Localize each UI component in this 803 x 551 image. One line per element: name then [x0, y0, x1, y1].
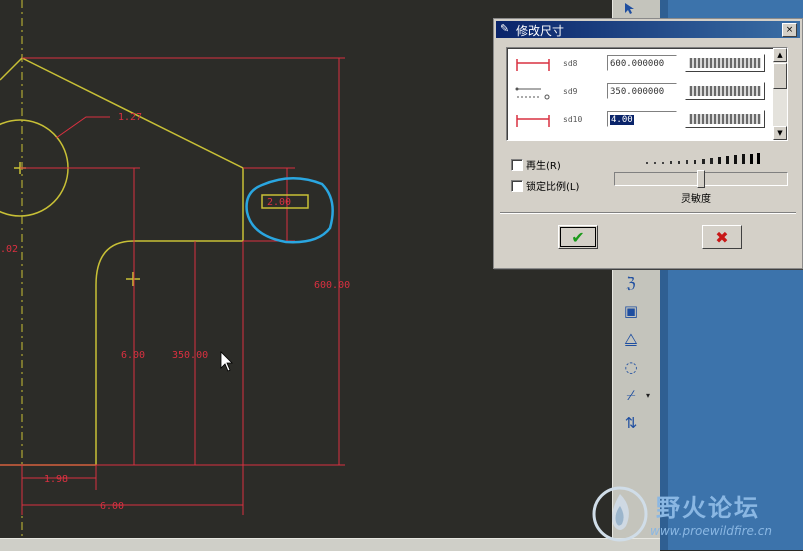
- dimension-value-field[interactable]: 350.000000: [607, 83, 677, 99]
- dim-mid-height: 350.00: [172, 350, 208, 361]
- scroll-thumb[interactable]: [773, 63, 787, 89]
- forum-watermark: 野火论坛 www.proewildfire.cn: [590, 484, 800, 548]
- dim-bottom-width: 6.00: [100, 501, 124, 512]
- sensitivity-slider[interactable]: [614, 170, 788, 188]
- dimension-lines: [0, 57, 345, 515]
- horizontal-dimension-icon: [516, 59, 550, 71]
- slider-thumb[interactable]: [697, 170, 705, 188]
- dim-left-width: 1.98: [44, 474, 68, 485]
- status-strip: [0, 538, 660, 551]
- dimension-value-field-active[interactable]: 4.00: [607, 111, 677, 127]
- scroll-down-icon[interactable]: ▼: [773, 126, 787, 140]
- dimension-value-field[interactable]: 600.000000: [607, 55, 677, 71]
- dimension-list: sd8 600.000000 sd9 350.000000 sd10 4.00 …: [506, 47, 788, 141]
- thumbwheel[interactable]: [685, 110, 765, 128]
- lock-scale-label: 锁定比例(L): [526, 182, 580, 193]
- app-icon: ✎: [500, 22, 510, 35]
- sketch-toolbar: ℨ ▣ ⧋ ◌ ⌿ ▾ ⇅: [612, 268, 654, 448]
- horizontal-dimension-icon: [516, 115, 550, 127]
- regenerate-label: 再生(R): [526, 161, 561, 172]
- dialog-separator: [500, 212, 796, 214]
- x-mark-icon: ✖: [715, 227, 729, 247]
- close-button[interactable]: ×: [782, 23, 797, 37]
- modify-dimensions-dialog: ✎ 修改尺寸 × sd8 600.000000 sd9 350.000000 s…: [493, 18, 803, 269]
- watermark-url: www.proewildfire.cn: [650, 524, 772, 538]
- dimension-name: sd10: [563, 115, 583, 124]
- watermark-brand: 野火论坛: [656, 494, 760, 522]
- text-tool-icon[interactable]: ◌: [616, 356, 646, 378]
- selected-value-text: 4.00: [610, 115, 634, 125]
- dialog-title: 修改尺寸: [516, 24, 565, 38]
- dimension-row[interactable]: sd8 600.000000: [509, 51, 771, 79]
- trim-dropdown-icon[interactable]: ▾: [646, 384, 654, 406]
- checkmark-icon: ✔: [571, 227, 585, 247]
- sensitivity-label: 灵敏度: [681, 194, 711, 205]
- dim-small-height: 2.00: [267, 197, 291, 208]
- modify-tool-icon[interactable]: ▣: [616, 300, 646, 322]
- leader-dimension-icon: [515, 87, 550, 100]
- constraint-tool-icon[interactable]: ⧋: [616, 328, 646, 350]
- dialog-titlebar[interactable]: ✎ 修改尺寸 ×: [496, 21, 800, 38]
- dim-total-height: 600.00: [314, 280, 350, 291]
- trim-tool-icon[interactable]: ⌿: [616, 384, 646, 406]
- dimension-tool-icon[interactable]: ℨ: [616, 272, 646, 294]
- flame-logo-icon: [592, 486, 648, 542]
- cancel-button[interactable]: ✖: [702, 225, 742, 249]
- dim-inner-height: 6.00: [121, 350, 145, 361]
- highlight-circle: [245, 177, 334, 244]
- mouse-cursor-icon: [220, 351, 233, 372]
- sensitivity-scale: [646, 153, 760, 164]
- list-scrollbar[interactable]: ▲ ▼: [773, 48, 787, 140]
- ok-button[interactable]: ✔: [558, 225, 598, 249]
- mirror-tool-icon[interactable]: ⇅: [616, 412, 646, 434]
- scroll-up-icon[interactable]: ▲: [773, 48, 787, 62]
- dimension-row[interactable]: sd9 350.000000: [509, 79, 771, 107]
- pointer-icon[interactable]: [623, 2, 637, 16]
- thumbwheel[interactable]: [685, 54, 765, 72]
- regenerate-checkbox[interactable]: [511, 159, 523, 171]
- dim-radius: 1.27: [118, 112, 142, 123]
- dimension-name: sd9: [563, 87, 578, 96]
- dimension-row-selected[interactable]: sd10 4.00: [509, 107, 771, 135]
- dimension-name: sd8: [563, 59, 578, 68]
- lock-scale-checkbox[interactable]: [511, 180, 523, 192]
- dim-left-edge: .02: [0, 244, 18, 255]
- thumbwheel[interactable]: [685, 82, 765, 100]
